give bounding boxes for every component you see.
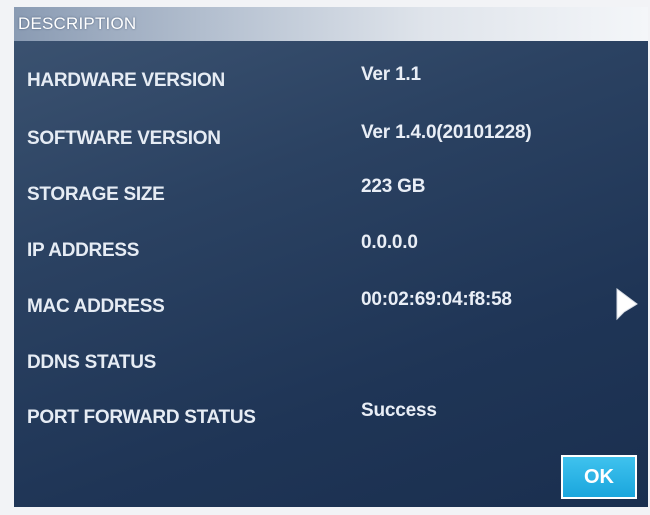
dialog-header: DESCRIPTION [14, 7, 648, 41]
storage-size-value: 223 GB [361, 176, 426, 197]
software-version-label: SOFTWARE VERSION [27, 128, 221, 149]
device-info-dialog: DESCRIPTION HARDWARE VERSION Ver 1.1 SOF… [14, 7, 648, 507]
dialog-title: DESCRIPTION [18, 14, 137, 33]
hardware-version-label: HARDWARE VERSION [27, 70, 225, 91]
port-forward-status-label: PORT FORWARD STATUS [27, 407, 256, 428]
mac-address-label: MAC ADDRESS [27, 296, 165, 317]
port-forward-status-value: Success [361, 400, 437, 421]
mac-address-value: 00:02:69:04:f8:58 [361, 289, 512, 310]
mouse-pointer-icon [616, 288, 638, 321]
ok-button-label: OK [584, 465, 614, 488]
software-version-value: Ver 1.4.0(20101228) [361, 122, 532, 143]
storage-size-label: STORAGE SIZE [27, 184, 165, 205]
ip-address-value: 0.0.0.0 [361, 232, 418, 253]
ok-button[interactable]: OK [561, 455, 637, 499]
hardware-version-value: Ver 1.1 [361, 64, 421, 85]
ip-address-label: IP ADDRESS [27, 240, 140, 261]
ddns-status-label: DDNS STATUS [27, 352, 156, 373]
